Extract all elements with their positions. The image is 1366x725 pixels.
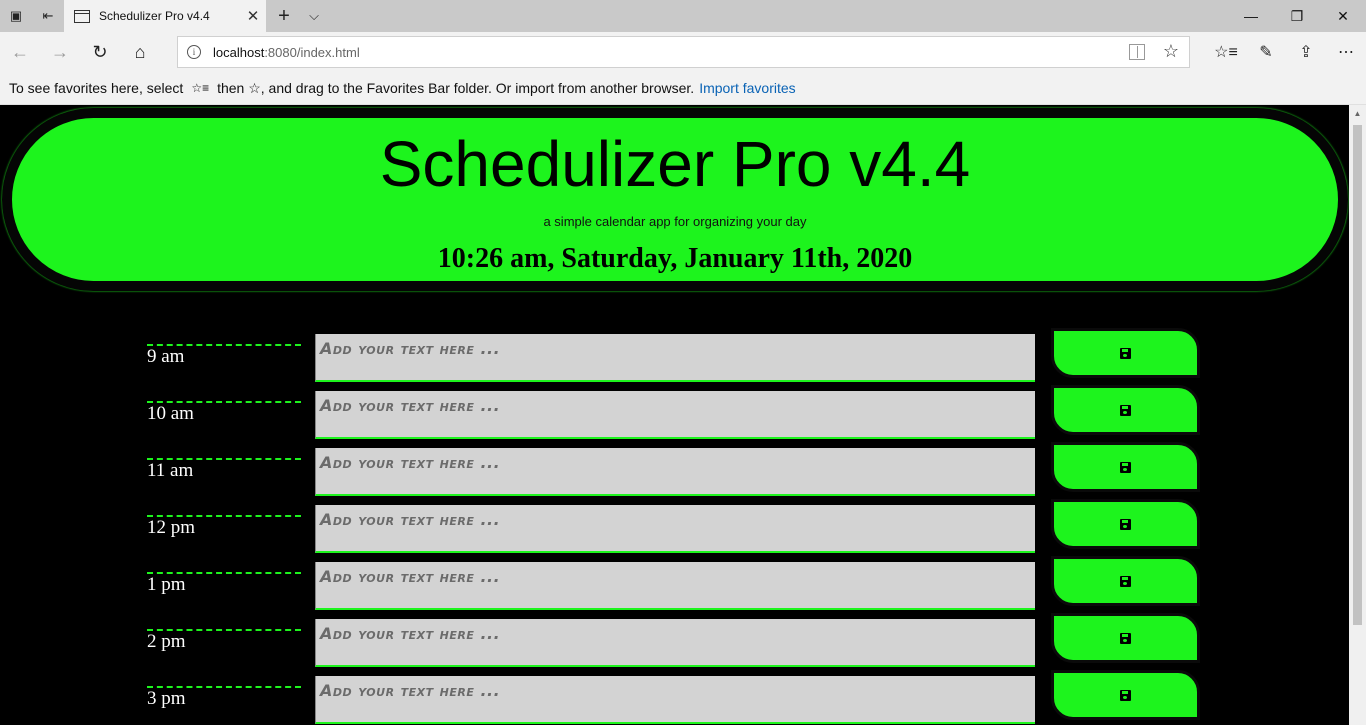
header-banner: Schedulizer Pro v4.4 a simple calendar a… bbox=[2, 108, 1348, 291]
floppy-disk-icon bbox=[1120, 461, 1131, 473]
time-block: 3 pm bbox=[0, 670, 1349, 725]
save-button[interactable] bbox=[1051, 385, 1200, 435]
save-button[interactable] bbox=[1051, 499, 1200, 549]
favorites-list-icon: ☆≡ bbox=[191, 81, 210, 95]
page-title: Schedulizer Pro v4.4 bbox=[379, 128, 971, 200]
vertical-scrollbar[interactable]: ▲ bbox=[1349, 105, 1366, 725]
minimize-window-icon[interactable]: — bbox=[1228, 0, 1274, 32]
event-text-input[interactable] bbox=[315, 619, 1035, 667]
refresh-icon[interactable]: ↻ bbox=[80, 36, 120, 68]
floppy-disk-icon bbox=[1120, 404, 1131, 416]
save-button[interactable] bbox=[1051, 670, 1200, 720]
more-options-icon[interactable]: ⋯ bbox=[1326, 36, 1366, 68]
web-notes-pen-icon[interactable]: ✎ bbox=[1246, 36, 1286, 68]
page-subtitle: a simple calendar app for organizing you… bbox=[543, 214, 807, 229]
favorites-hub-icon[interactable]: ☆≡ bbox=[1206, 36, 1246, 68]
save-button[interactable] bbox=[1051, 613, 1200, 663]
favorites-bar: To see favorites here, select ☆≡ then ☆,… bbox=[0, 72, 1366, 105]
current-date-time: 10:26 am, Saturday, January 11th, 2020 bbox=[437, 243, 913, 274]
home-icon[interactable]: ⌂ bbox=[120, 36, 160, 68]
back-arrow-icon[interactable]: ← bbox=[0, 36, 40, 68]
restore-window-icon[interactable]: ❐ bbox=[1274, 0, 1320, 32]
hour-label: 1 pm bbox=[147, 572, 301, 608]
time-block: 1 pm bbox=[0, 556, 1349, 613]
save-button[interactable] bbox=[1051, 328, 1200, 378]
browser-tab-bar: ▣ ⇤ Schedulizer Pro v4.4 ✕ + ⌵ — ❐ ✕ bbox=[0, 0, 1366, 32]
import-favorites-link[interactable]: Import favorites bbox=[699, 80, 795, 96]
forward-arrow-icon[interactable]: → bbox=[40, 36, 80, 68]
favorites-bar-hint-2: then ☆, and drag to the Favorites Bar fo… bbox=[217, 79, 695, 96]
time-block: 2 pm bbox=[0, 613, 1349, 670]
address-bar[interactable]: i localhost:8080/index.html ☆ bbox=[177, 36, 1190, 68]
scrollbar-thumb[interactable] bbox=[1353, 125, 1362, 625]
tab-actions-icon[interactable]: ▣ bbox=[0, 0, 32, 32]
browser-tab[interactable]: Schedulizer Pro v4.4 ✕ bbox=[64, 0, 266, 32]
event-text-input[interactable] bbox=[315, 448, 1035, 496]
floppy-disk-icon bbox=[1120, 347, 1131, 359]
event-text-input[interactable] bbox=[315, 505, 1035, 553]
tab-close-icon[interactable]: ✕ bbox=[240, 7, 266, 25]
page-viewport: Schedulizer Pro v4.4 a simple calendar a… bbox=[0, 105, 1349, 725]
time-block: 11 am bbox=[0, 442, 1349, 499]
time-block: 10 am bbox=[0, 385, 1349, 442]
hour-label: 12 pm bbox=[147, 515, 301, 551]
floppy-disk-icon bbox=[1120, 575, 1131, 587]
event-text-input[interactable] bbox=[315, 676, 1035, 724]
reading-view-icon[interactable] bbox=[1129, 44, 1145, 60]
favorites-bar-hint-1: To see favorites here, select bbox=[9, 80, 184, 96]
tab-list-chevron-icon[interactable]: ⌵ bbox=[300, 0, 328, 32]
hour-label: 10 am bbox=[147, 401, 301, 437]
tab-title: Schedulizer Pro v4.4 bbox=[99, 9, 210, 23]
set-tabs-aside-icon[interactable]: ⇤ bbox=[32, 0, 64, 32]
event-text-input[interactable] bbox=[315, 391, 1035, 439]
event-text-input[interactable] bbox=[315, 562, 1035, 610]
add-favorite-star-icon[interactable]: ☆ bbox=[1163, 41, 1179, 62]
share-icon[interactable]: ⇪ bbox=[1286, 36, 1326, 68]
browser-nav-bar: ← → ↻ ⌂ i localhost:8080/index.html ☆ ☆≡… bbox=[0, 32, 1366, 72]
time-block: 12 pm bbox=[0, 499, 1349, 556]
floppy-disk-icon bbox=[1120, 632, 1131, 644]
hour-label: 2 pm bbox=[147, 629, 301, 665]
save-button[interactable] bbox=[1051, 556, 1200, 606]
new-tab-icon[interactable]: + bbox=[270, 0, 298, 32]
address-path: :8080/index.html bbox=[264, 44, 360, 60]
page-favicon-icon bbox=[74, 9, 90, 23]
close-window-icon[interactable]: ✕ bbox=[1320, 0, 1366, 32]
scroll-up-arrow-icon[interactable]: ▲ bbox=[1349, 105, 1366, 122]
event-text-input[interactable] bbox=[315, 334, 1035, 382]
hour-label: 11 am bbox=[147, 458, 301, 494]
time-block: 9 am bbox=[0, 328, 1349, 385]
site-info-icon[interactable]: i bbox=[187, 45, 201, 59]
floppy-disk-icon bbox=[1120, 689, 1131, 701]
hour-label: 3 pm bbox=[147, 686, 301, 722]
save-button[interactable] bbox=[1051, 442, 1200, 492]
hour-label: 9 am bbox=[147, 344, 301, 380]
address-host: localhost bbox=[213, 44, 265, 60]
floppy-disk-icon bbox=[1120, 518, 1131, 530]
